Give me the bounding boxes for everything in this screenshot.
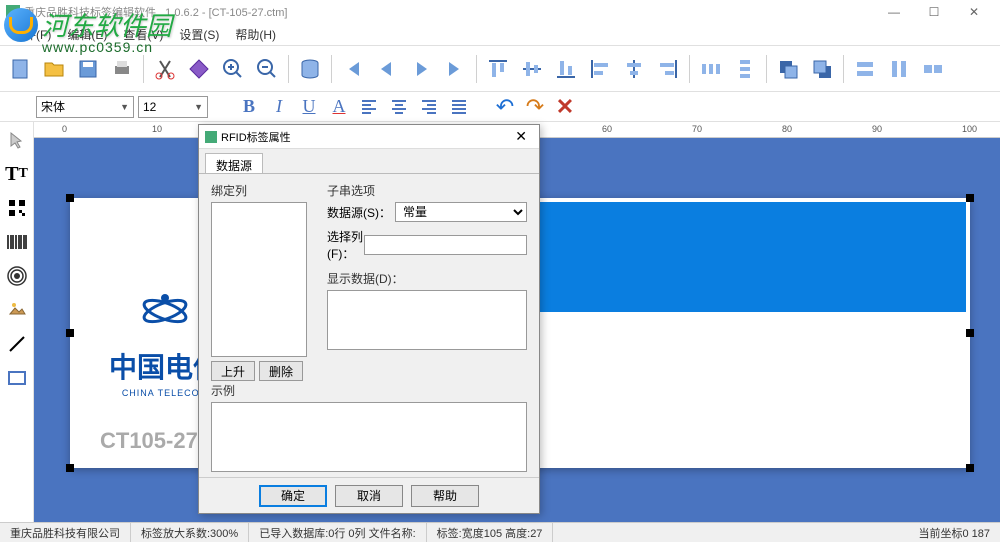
dialog-titlebar[interactable]: RFID标签属性 ✕ bbox=[199, 125, 539, 149]
cancel-button[interactable]: 取消 bbox=[335, 485, 403, 507]
status-size: 标签:宽度105 高度:27 bbox=[427, 523, 554, 542]
cut-button[interactable] bbox=[149, 53, 181, 85]
print-button[interactable] bbox=[106, 53, 138, 85]
statusbar: 重庆品胜科技有限公司 标签放大系数:300% 已导入数据库:0行 0列 文件名称… bbox=[0, 522, 1000, 542]
align-center-text-button[interactable] bbox=[386, 94, 412, 120]
line-tool[interactable] bbox=[3, 330, 31, 358]
barcode-tool[interactable] bbox=[3, 228, 31, 256]
watermark-logo-icon bbox=[4, 8, 38, 42]
status-company: 重庆品胜科技有限公司 bbox=[0, 523, 131, 542]
dialog-icon bbox=[205, 131, 217, 143]
resize-handle[interactable] bbox=[966, 464, 974, 472]
tool-panel: TT bbox=[0, 122, 34, 522]
delete-button[interactable]: ✕ bbox=[552, 94, 578, 120]
bind-col-listbox[interactable] bbox=[211, 202, 307, 357]
align-vcenter-button[interactable] bbox=[516, 53, 548, 85]
watermark-text-cn: 河东软件园 bbox=[42, 6, 206, 43]
image-tool[interactable] bbox=[3, 296, 31, 324]
send-back-button[interactable] bbox=[806, 53, 838, 85]
status-imported: 已导入数据库:0行 0列 文件名称: bbox=[249, 523, 426, 542]
align-top-button[interactable] bbox=[482, 53, 514, 85]
first-button[interactable] bbox=[337, 53, 369, 85]
rect-tool[interactable] bbox=[3, 364, 31, 392]
redo-button[interactable]: ↷ bbox=[522, 94, 548, 120]
ok-button[interactable]: 确定 bbox=[259, 485, 327, 507]
resize-handle[interactable] bbox=[66, 194, 74, 202]
align-hcenter-button[interactable] bbox=[618, 53, 650, 85]
example-label: 示例 bbox=[211, 382, 527, 399]
menu-help[interactable]: 帮助(H) bbox=[227, 26, 284, 43]
font-color-button[interactable]: A bbox=[326, 94, 352, 120]
open-button[interactable] bbox=[38, 53, 70, 85]
status-zoom: 标签放大系数:300% bbox=[131, 523, 249, 542]
resize-handle[interactable] bbox=[66, 464, 74, 472]
bind-col-label: 绑定列 bbox=[211, 182, 321, 199]
bring-front-button[interactable] bbox=[772, 53, 804, 85]
save-button[interactable] bbox=[72, 53, 104, 85]
label-model-text: CT105-27 bbox=[100, 428, 198, 454]
underline-button[interactable]: U bbox=[296, 94, 322, 120]
rfid-properties-dialog: RFID标签属性 ✕ 数据源 绑定列 上升 删除 子串选项 数据源(S)： 常量… bbox=[198, 124, 540, 514]
tab-datasource[interactable]: 数据源 bbox=[205, 153, 263, 173]
delete-item-button[interactable]: 删除 bbox=[259, 361, 303, 381]
measure-button[interactable] bbox=[183, 53, 215, 85]
next-button[interactable] bbox=[405, 53, 437, 85]
dialog-body: 绑定列 上升 删除 子串选项 数据源(S)： 常量 选择列(F)： 显示数据(D… bbox=[199, 173, 539, 477]
help-button[interactable]: 帮助 bbox=[411, 485, 479, 507]
same-size-button[interactable] bbox=[917, 53, 949, 85]
justify-text-button[interactable] bbox=[446, 94, 472, 120]
font-family-combo[interactable]: 宋体▼ bbox=[36, 96, 134, 118]
font-size-combo[interactable]: 12▼ bbox=[138, 96, 208, 118]
dialog-footer: 确定 取消 帮助 bbox=[199, 477, 539, 513]
qrcode-tool[interactable] bbox=[3, 194, 31, 222]
align-left-text-button[interactable] bbox=[356, 94, 382, 120]
close-button[interactable]: ✕ bbox=[954, 0, 994, 24]
dialog-close-button[interactable]: ✕ bbox=[509, 128, 533, 145]
format-toolbar: 宋体▼ 12▼ B I U A ↶ ↷ ✕ bbox=[0, 92, 1000, 122]
italic-button[interactable]: I bbox=[266, 94, 292, 120]
watermark-overlay: 河东软件园 www.pc0359.cn bbox=[6, 6, 206, 55]
datasource-select[interactable]: 常量 bbox=[395, 202, 527, 222]
resize-handle[interactable] bbox=[966, 194, 974, 202]
distribute-v-button[interactable] bbox=[729, 53, 761, 85]
resize-handle[interactable] bbox=[966, 329, 974, 337]
zoom-in-button[interactable] bbox=[217, 53, 249, 85]
example-preview bbox=[211, 402, 527, 472]
watermark-text-url: www.pc0359.cn bbox=[42, 39, 206, 55]
maximize-button[interactable]: ☐ bbox=[914, 0, 954, 24]
prev-button[interactable] bbox=[371, 53, 403, 85]
last-button[interactable] bbox=[439, 53, 471, 85]
status-coord: 当前坐标0 187 bbox=[908, 523, 1000, 542]
new-button[interactable] bbox=[4, 53, 36, 85]
rfid-tool[interactable] bbox=[3, 262, 31, 290]
minimize-button[interactable]: — bbox=[874, 0, 914, 24]
text-tool[interactable]: TT bbox=[3, 160, 31, 188]
same-height-button[interactable] bbox=[883, 53, 915, 85]
select-col-label: 选择列(F)： bbox=[327, 228, 364, 262]
zoom-out-button[interactable] bbox=[251, 53, 283, 85]
dialog-tabs: 数据源 bbox=[199, 149, 539, 173]
show-data-textarea[interactable] bbox=[327, 290, 527, 350]
undo-button[interactable]: ↶ bbox=[492, 94, 518, 120]
sub-options-label: 子串选项 bbox=[327, 182, 527, 199]
align-right-text-button[interactable] bbox=[416, 94, 442, 120]
align-bottom-button[interactable] bbox=[550, 53, 582, 85]
same-width-button[interactable] bbox=[849, 53, 881, 85]
select-col-input[interactable] bbox=[364, 235, 527, 255]
distribute-h-button[interactable] bbox=[695, 53, 727, 85]
show-data-label: 显示数据(D)： bbox=[327, 270, 527, 287]
dialog-title-text: RFID标签属性 bbox=[221, 129, 291, 145]
resize-handle[interactable] bbox=[66, 329, 74, 337]
database-button[interactable] bbox=[294, 53, 326, 85]
datasource-label: 数据源(S)： bbox=[327, 204, 395, 221]
pointer-tool[interactable] bbox=[3, 126, 31, 154]
move-up-button[interactable]: 上升 bbox=[211, 361, 255, 381]
align-right-button[interactable] bbox=[652, 53, 684, 85]
align-left-button[interactable] bbox=[584, 53, 616, 85]
bold-button[interactable]: B bbox=[236, 94, 262, 120]
